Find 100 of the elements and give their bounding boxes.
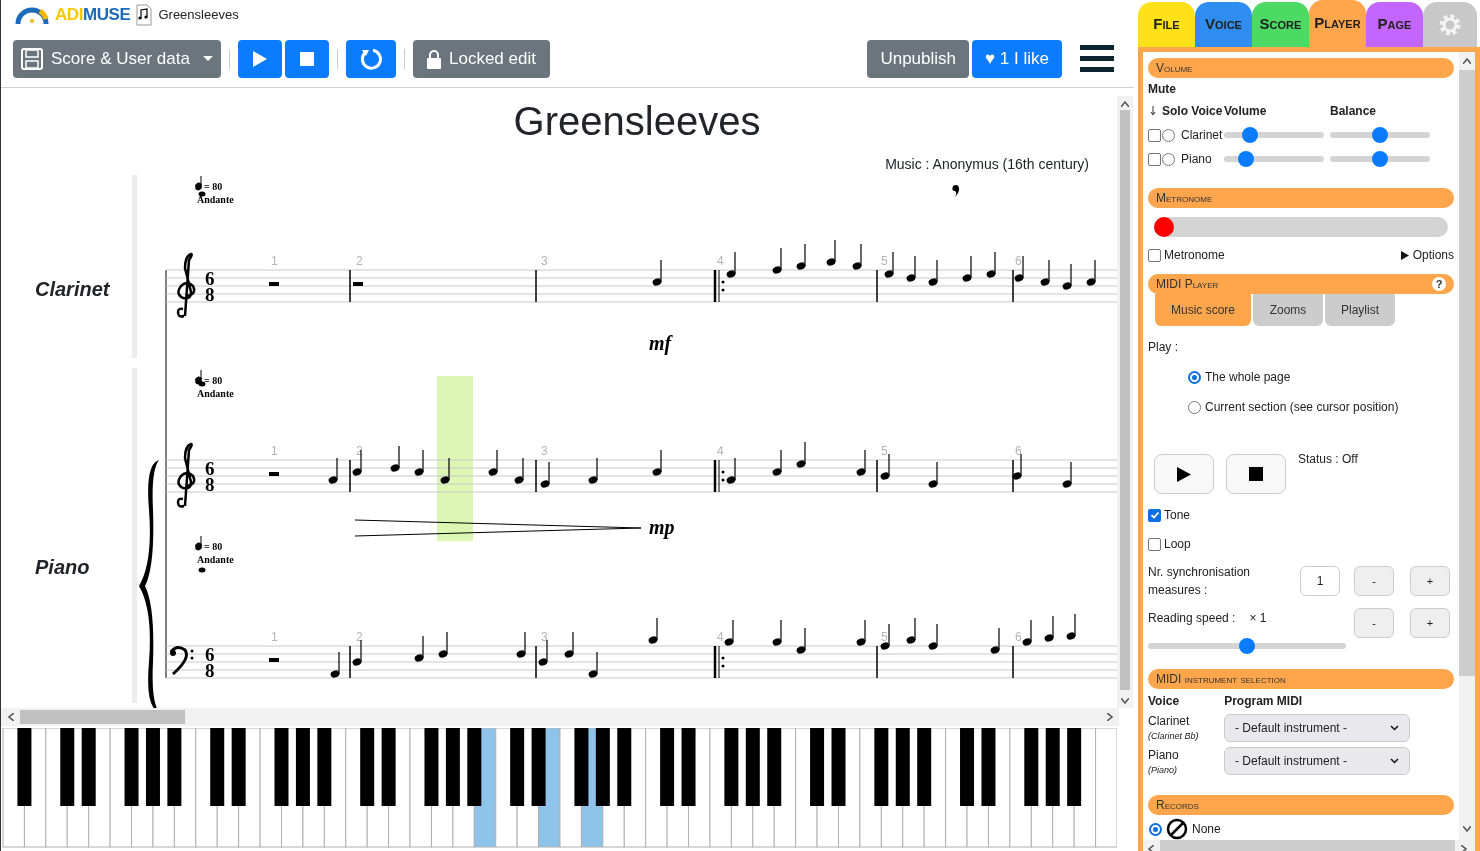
bar-line	[349, 645, 351, 679]
section-title: MIDI Player	[1156, 276, 1219, 293]
vertical-scrollbar[interactable]	[1117, 96, 1133, 708]
slider-thumb[interactable]	[1372, 151, 1388, 167]
accidental-key[interactable]	[767, 728, 782, 806]
checkbox-label: Metronome	[1164, 247, 1225, 264]
tempo-text: Andante	[197, 554, 234, 565]
reload-button[interactable]	[346, 39, 396, 78]
bar-line	[535, 269, 537, 303]
instrument-select[interactable]: - Default instrument -	[1224, 747, 1410, 776]
tempo-marking: = 80	[204, 181, 223, 192]
help-badge[interactable]: ?	[1432, 277, 1446, 291]
panel-tab[interactable]: Page	[1366, 2, 1423, 47]
mute-checkbox[interactable]	[1148, 128, 1161, 142]
accidental-key[interactable]	[510, 728, 525, 806]
bar-line	[535, 645, 537, 679]
measure-number: 5	[881, 254, 888, 268]
section-title: Volume	[1156, 60, 1193, 77]
radio-button[interactable]	[1188, 370, 1201, 384]
score-title: Greensleeves	[513, 99, 761, 143]
scroll-up-icon	[1121, 101, 1129, 107]
panel-scrollbar[interactable]	[1459, 52, 1475, 840]
repeat-bar-line	[713, 459, 725, 493]
instrument-select[interactable]: - Default instrument -	[1224, 713, 1410, 742]
rotate-icon	[359, 46, 383, 71]
bar-line	[876, 269, 878, 303]
voice-name: Piano	[1181, 151, 1212, 168]
accidental-key[interactable]	[617, 728, 632, 806]
unpublish-button[interactable]: Unpublish	[867, 39, 970, 78]
bar-line	[876, 645, 878, 679]
loop-checkbox[interactable]	[1148, 537, 1161, 551]
accidental-key[interactable]	[1067, 728, 1082, 806]
accidental-key[interactable]	[210, 728, 225, 806]
column-header: Volume	[1224, 103, 1268, 120]
column-header: Voice	[1148, 693, 1180, 710]
save-menu-button[interactable]: Score & User data	[13, 39, 221, 78]
bar-line	[1012, 459, 1014, 493]
checkbox-label: Loop	[1164, 536, 1191, 553]
panel-tab[interactable]: File	[1138, 2, 1195, 47]
accidental-key[interactable]	[360, 728, 375, 806]
menu-icon[interactable]	[1080, 43, 1114, 74]
view-tab[interactable]: Zooms	[1253, 294, 1323, 326]
accidental-key[interactable]	[917, 728, 932, 806]
section-title: MIDI instrument selection	[1156, 671, 1286, 688]
column-header: Program MIDI	[1224, 693, 1303, 710]
dynamic-marking: mp	[649, 516, 675, 538]
column-header: Solo Voice	[1162, 103, 1224, 120]
tempo-text: Andante	[197, 194, 234, 205]
accidental-key[interactable]	[1024, 728, 1039, 806]
panel-tab[interactable]: Score	[1252, 2, 1309, 47]
accidental-key[interactable]	[981, 728, 996, 806]
slider-thumb[interactable]	[1239, 638, 1255, 654]
radio-label: The whole page	[1205, 369, 1291, 386]
accidental-key[interactable]	[317, 728, 332, 806]
locked-edit-button[interactable]: Locked edit	[413, 39, 550, 78]
accidental-key[interactable]	[60, 728, 75, 806]
play-icon	[1177, 466, 1191, 482]
accidental-key[interactable]	[874, 728, 889, 806]
decrement-button[interactable]: -	[1354, 566, 1394, 596]
section-title: Records	[1156, 797, 1199, 814]
measure-number: 4	[717, 630, 724, 644]
accidental-key[interactable]	[810, 728, 825, 806]
play-label: Play :	[1148, 339, 1179, 356]
radio-button[interactable]	[1162, 152, 1175, 166]
metronome-checkbox[interactable]	[1148, 248, 1161, 262]
accidental-key[interactable]	[960, 728, 975, 806]
stop-button[interactable]	[1226, 454, 1286, 494]
slider-thumb[interactable]	[1238, 151, 1255, 167]
accidental-key[interactable]	[724, 728, 739, 806]
options-toggle[interactable]: Options	[1400, 246, 1454, 264]
radio-button[interactable]	[1188, 400, 1201, 414]
decrement-button[interactable]: -	[1354, 608, 1394, 638]
voice-name: Clarinet	[1181, 127, 1223, 144]
column-header: Balance	[1330, 103, 1378, 120]
sync-field[interactable]: 1	[1300, 566, 1340, 596]
panel-tab[interactable]: Voice	[1195, 2, 1252, 47]
accidental-key[interactable]	[17, 728, 32, 806]
horizontal-scrollbar[interactable]	[1, 708, 1119, 726]
measure-number: 1	[271, 444, 278, 458]
accidental-key[interactable]	[660, 728, 675, 806]
slider-thumb[interactable]	[1372, 127, 1388, 143]
speed-value: × 1	[1249, 610, 1267, 627]
view-tab[interactable]: Playlist	[1325, 294, 1395, 326]
like-button[interactable]: ♥ 1 I like	[972, 39, 1062, 78]
radio-button[interactable]	[1162, 128, 1175, 142]
tone-checkbox[interactable]	[1148, 508, 1161, 522]
mute-checkbox[interactable]	[1148, 152, 1161, 166]
panel-tab[interactable]: Player	[1309, 0, 1366, 47]
accidental-key[interactable]	[167, 728, 182, 806]
caret-icon	[203, 55, 213, 62]
increment-button[interactable]: +	[1410, 566, 1450, 596]
increment-button[interactable]: +	[1410, 608, 1450, 638]
radio-button[interactable]	[1149, 822, 1162, 836]
slider-thumb[interactable]	[1241, 127, 1258, 143]
view-tab[interactable]: Music score	[1155, 294, 1251, 326]
accidental-key[interactable]	[424, 728, 439, 806]
treble-clef-icon	[176, 442, 196, 508]
bar-line	[349, 269, 351, 303]
bar-line	[535, 459, 537, 493]
play-button[interactable]	[1154, 454, 1214, 494]
